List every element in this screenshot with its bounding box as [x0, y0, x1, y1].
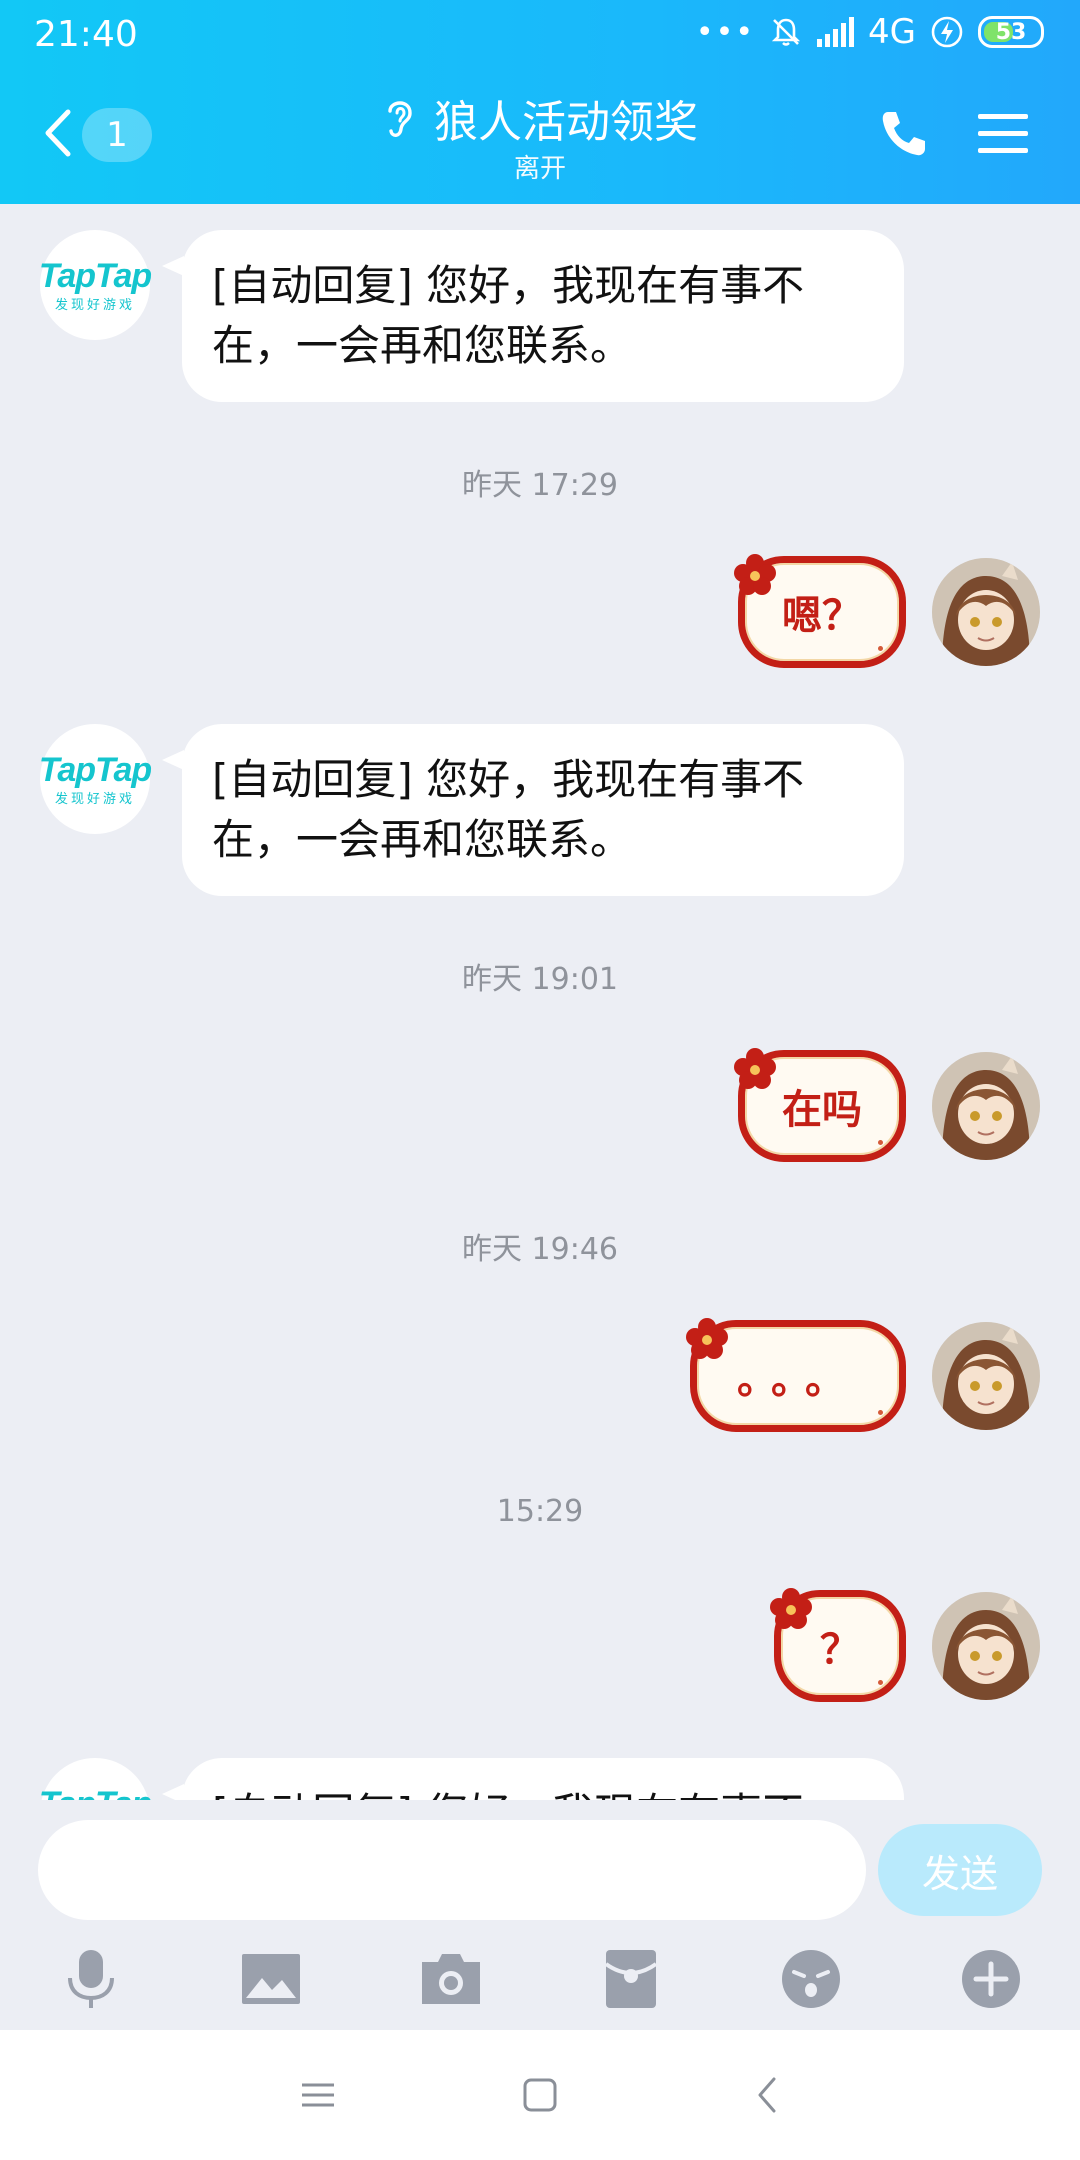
send-button[interactable]: 发送: [878, 1824, 1042, 1916]
sticker-text: 在吗: [782, 1086, 862, 1133]
red-packet-icon[interactable]: [598, 1946, 664, 2012]
incoming-message[interactable]: [自动回复] 您好，我现在有事不在，一会再和您联系。: [162, 230, 904, 402]
contact-avatar[interactable]: TapTap 发现好游戏: [39, 1758, 152, 1800]
sticker-message[interactable]: 嗯？: [734, 554, 906, 668]
phone-icon[interactable]: [878, 108, 928, 158]
microphone-icon[interactable]: [58, 1946, 124, 2012]
system-navigation-bar: [0, 2030, 1080, 2160]
anime-girl-avatar-icon: [932, 558, 1040, 666]
sticker-message[interactable]: ？: [770, 1588, 906, 1702]
taptap-logo: TapTap: [38, 257, 152, 295]
system-back-icon[interactable]: [748, 2075, 788, 2115]
my-avatar[interactable]: [932, 1322, 1040, 1430]
home-icon[interactable]: [520, 2075, 560, 2115]
sticker-text: 。。。: [737, 1356, 859, 1403]
taptap-logo: TapTap: [38, 751, 152, 789]
recent-apps-icon[interactable]: [298, 2075, 338, 2115]
sticker-corner: [873, 1135, 883, 1145]
status-time: 21:40: [34, 14, 138, 55]
contact-avatar[interactable]: TapTap 发现好游戏: [38, 724, 152, 834]
chat-title: 狼人活动领奖: [434, 97, 698, 148]
camera-icon[interactable]: [418, 1946, 484, 2012]
sticker-text: ？: [820, 1626, 860, 1673]
message-timestamp: 昨天 17:29: [462, 468, 618, 503]
ear-icon: [388, 101, 412, 137]
image-icon[interactable]: [238, 1946, 304, 2012]
plus-icon[interactable]: [958, 1946, 1024, 2012]
emoji-icon[interactable]: [778, 1946, 844, 2012]
taptap-logo: TapTap: [39, 1785, 152, 1800]
sticker-message[interactable]: 在吗: [734, 1048, 906, 1162]
my-avatar[interactable]: [932, 1592, 1040, 1700]
mute-bell-icon: [771, 18, 801, 46]
flower-decoration-icon: [734, 554, 776, 595]
menu-icon[interactable]: [978, 112, 1028, 154]
incoming-message[interactable]: [自动回复] 您好，我现在有事不在，一会再和您联系。: [162, 724, 904, 896]
my-avatar[interactable]: [932, 558, 1040, 666]
message-input[interactable]: [38, 1820, 866, 1920]
anime-girl-avatar-icon: [932, 1592, 1040, 1700]
contact-avatar[interactable]: TapTap 发现好游戏: [38, 230, 152, 340]
sticker-text: 嗯？: [782, 592, 862, 639]
sticker-corner: [873, 1405, 883, 1415]
composer: 发送: [0, 1800, 1080, 2030]
anime-girl-avatar-icon: [932, 1052, 1040, 1160]
battery-level: 53: [995, 19, 1027, 45]
sticker-message[interactable]: 。。。: [686, 1318, 906, 1432]
notification-dots: •••: [695, 14, 756, 50]
charging-icon: [931, 16, 963, 48]
flower-decoration-icon: [734, 1048, 776, 1089]
message-list[interactable]: TapTap 发现好游戏 [自动回复] 您好，我现在有事不在，一会再和您联系。 …: [0, 204, 1080, 1800]
chat-title-row[interactable]: 狼人活动领奖: [382, 86, 698, 150]
signal-icon: [817, 17, 855, 47]
message-timestamp: 昨天 19:46: [462, 1232, 618, 1267]
battery-icon: 53: [978, 16, 1044, 48]
sticker-corner: [873, 1675, 883, 1685]
sticker-corner: [873, 641, 883, 651]
chat-header: 21:40 ••• 4G 53 1 狼人活动领奖 离开: [0, 0, 1080, 204]
taptap-slogan: 发现好游戏: [54, 792, 135, 807]
my-avatar[interactable]: [932, 1052, 1040, 1160]
flower-decoration-icon: [686, 1318, 728, 1359]
taptap-slogan: 发现好游戏: [54, 298, 135, 313]
flower-decoration-icon: [770, 1588, 812, 1629]
network-type: 4G: [868, 12, 916, 52]
anime-girl-avatar-icon: [932, 1322, 1040, 1430]
message-timestamp: 昨天 19:01: [462, 962, 618, 997]
status-icons: ••• 4G 53: [696, 12, 1044, 52]
message-timestamp: 15:29: [496, 1494, 584, 1529]
incoming-message[interactable]: [自动回复] 您好，我现在有事不在，一会再和您联系。: [162, 1758, 904, 1800]
